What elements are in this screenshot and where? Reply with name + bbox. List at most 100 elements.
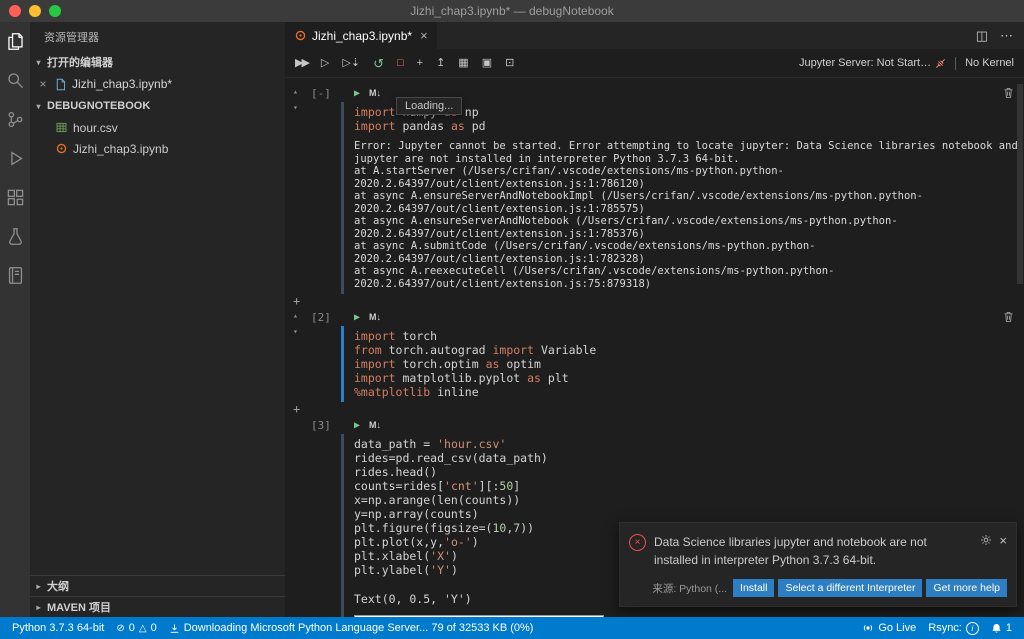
explorer-activity-icon[interactable] bbox=[4, 30, 26, 52]
close-tab-icon[interactable]: × bbox=[420, 28, 428, 43]
interrupt-kernel-icon[interactable]: □ bbox=[397, 58, 404, 69]
ipynb-file-icon bbox=[55, 142, 68, 155]
file-label: hour.csv bbox=[73, 121, 118, 135]
search-activity-icon[interactable] bbox=[4, 69, 26, 91]
run-all-cells-icon[interactable]: ▶▶ bbox=[295, 58, 308, 69]
notification-message: Data Science libraries jupyter and noteb… bbox=[654, 533, 972, 570]
markdown-toggle-icon[interactable]: M↓ bbox=[369, 88, 381, 98]
python-interpreter-status[interactable]: Python 3.7.3 64-bit bbox=[6, 617, 110, 639]
chevron-down-icon: ▾ bbox=[33, 102, 44, 111]
open-editors-section-header[interactable]: ▾ 打开的编辑器 bbox=[30, 51, 285, 73]
disconnected-icon bbox=[935, 58, 946, 69]
run-cell-icon[interactable]: ▶ bbox=[354, 420, 360, 431]
cell-gutter: [3] bbox=[289, 416, 341, 617]
close-notification-icon[interactable]: × bbox=[999, 533, 1007, 548]
add-cell-row: + bbox=[289, 402, 1018, 416]
title-bar: Jizhi_chap3.ipynb* — debugNotebook bbox=[0, 0, 1024, 22]
cell-code-editor[interactable]: import numpy as npimport pandas as pdLoa… bbox=[354, 105, 1018, 133]
error-line: 2020.2.64397/out/client/extension.js:1:7… bbox=[354, 178, 1018, 191]
error-line: 2020.2.64397/out/client/extension.js:75:… bbox=[354, 278, 1018, 291]
folder-label: DEBUGNOTEBOOK bbox=[47, 100, 150, 112]
cell-gutter: ▴▾[2] bbox=[289, 308, 341, 402]
code-line: from torch.autograd import Variable bbox=[354, 343, 1018, 357]
tab-jizhi-chap3[interactable]: Jizhi_chap3.ipynb* × bbox=[285, 22, 437, 49]
extensions-activity-icon[interactable] bbox=[4, 186, 26, 208]
gear-icon[interactable] bbox=[980, 534, 992, 546]
editor-scrollbar[interactable] bbox=[1017, 84, 1023, 284]
markdown-toggle-icon[interactable]: M↓ bbox=[369, 312, 381, 322]
jupyter-server-status[interactable]: Jupyter Server: Not Start… bbox=[799, 57, 946, 69]
notifications-bell[interactable]: 1 bbox=[985, 617, 1018, 639]
error-line: at async A.reexecuteCell (/Users/crifan/… bbox=[354, 265, 1018, 278]
notification-actions: × bbox=[980, 533, 1007, 548]
source-control-activity-icon[interactable] bbox=[4, 108, 26, 130]
collapse-cell-icon[interactable]: ▴ bbox=[293, 312, 298, 320]
kernel-status[interactable]: No Kernel bbox=[965, 57, 1014, 69]
add-cell-icon[interactable]: + bbox=[293, 403, 300, 415]
collapse-all-icon[interactable]: ↥ bbox=[436, 58, 445, 69]
add-cell-icon[interactable]: + bbox=[293, 295, 300, 307]
loading-tooltip: Loading... bbox=[396, 97, 462, 115]
notification-toast: × Data Science libraries jupyter and not… bbox=[619, 522, 1017, 607]
tab-label: Jizhi_chap3.ipynb* bbox=[312, 29, 412, 43]
go-live-status[interactable]: Go Live bbox=[856, 617, 922, 639]
error-line: at async A.ensureServerAndNotebookImpl (… bbox=[354, 190, 1018, 203]
error-line: 2020.2.64397/out/client/extension.js:1:7… bbox=[354, 253, 1018, 266]
folder-section-header[interactable]: ▾ DEBUGNOTEBOOK bbox=[30, 95, 285, 117]
problems-status[interactable]: ⊘ 0 △ 0 bbox=[110, 617, 162, 639]
variable-explorer-icon[interactable]: ▦ bbox=[458, 58, 468, 69]
file-item[interactable]: hour.csv bbox=[30, 117, 285, 138]
save-notebook-icon[interactable]: ▣ bbox=[482, 58, 492, 69]
cell-execution-count: [3] bbox=[311, 419, 331, 432]
csv-file-icon bbox=[55, 121, 68, 134]
code-line: %matplotlib inline bbox=[354, 385, 1018, 399]
rsync-status[interactable]: Rsync: i bbox=[922, 617, 985, 639]
download-icon bbox=[169, 623, 180, 634]
notebook-toolbar-icons: ▶▶ ▷ ▷⇣ ↺ □ + ↥ ▦ ▣ ⊡ bbox=[295, 57, 514, 70]
run-cell-icon[interactable]: ▶ bbox=[354, 312, 360, 323]
file-item[interactable]: Jizhi_chap3.ipynb bbox=[30, 138, 285, 159]
file-icon bbox=[54, 78, 67, 91]
sidebar-section[interactable]: ▸MAVEN 项目 bbox=[30, 596, 285, 617]
close-window-button[interactable] bbox=[9, 5, 21, 17]
delete-cell-icon[interactable] bbox=[1003, 311, 1018, 323]
warnings-icon: △ bbox=[139, 623, 147, 634]
code-line: import matplotlib.pyplot as plt bbox=[354, 371, 1018, 385]
notebook-cell: ▴▾[-]▶M↓import numpy as npimport pandas … bbox=[289, 84, 1018, 294]
cell-code-editor[interactable]: import torchfrom torch.autograd import V… bbox=[354, 329, 1018, 399]
notebook-activity-icon[interactable] bbox=[4, 264, 26, 286]
add-cell-icon[interactable]: + bbox=[417, 58, 423, 69]
minimize-window-button[interactable] bbox=[29, 5, 41, 17]
status-bar-right: Go Live Rsync: i 1 bbox=[856, 617, 1018, 639]
delete-cell-icon[interactable] bbox=[1003, 87, 1018, 99]
error-icon: × bbox=[629, 534, 646, 551]
code-line: rides.head() bbox=[354, 465, 1018, 479]
more-actions-icon[interactable]: ⋯ bbox=[1000, 28, 1013, 44]
select-a-different-interpreter-button[interactable]: Select a different Interpreter bbox=[778, 579, 922, 597]
collapse-cell-icon[interactable]: ▴ bbox=[293, 88, 298, 96]
run-debug-activity-icon[interactable] bbox=[4, 147, 26, 169]
notebook-status: Jupyter Server: Not Start… No Kernel bbox=[799, 57, 1014, 70]
testing-activity-icon[interactable] bbox=[4, 225, 26, 247]
expand-cell-icon[interactable]: ▾ bbox=[293, 328, 298, 336]
sidebar-section[interactable]: ▸大纲 bbox=[30, 575, 285, 596]
split-editor-icon[interactable]: ◫ bbox=[976, 28, 988, 44]
close-file-icon[interactable]: × bbox=[37, 77, 49, 91]
run-cell-icon[interactable]: ▶ bbox=[354, 88, 360, 99]
open-editor-item[interactable]: ×Jizhi_chap3.ipynb* bbox=[30, 73, 285, 95]
get-more-help-button[interactable]: Get more help bbox=[926, 579, 1007, 597]
install-button[interactable]: Install bbox=[733, 579, 774, 597]
error-line: at async A.ensureServerAndNotebook (/Use… bbox=[354, 215, 1018, 228]
notebook-toolbar: ▶▶ ▷ ▷⇣ ↺ □ + ↥ ▦ ▣ ⊡ Jupyter Server: Not Start… … bbox=[285, 49, 1024, 78]
cell-error-output: Error: Jupyter cannot be started. Error … bbox=[354, 140, 1018, 290]
expand-cell-icon[interactable]: ▾ bbox=[293, 104, 298, 112]
maximize-window-button[interactable] bbox=[49, 5, 61, 17]
export-notebook-icon[interactable]: ⊡ bbox=[505, 58, 514, 69]
run-cell-icon[interactable]: ▷ bbox=[321, 58, 329, 69]
run-cells-below-icon[interactable]: ▷⇣ bbox=[342, 58, 360, 69]
notification-source: 来源: Python (... bbox=[652, 581, 727, 596]
restart-kernel-icon[interactable]: ↺ bbox=[373, 57, 384, 70]
chevron-right-icon: ▸ bbox=[33, 603, 44, 612]
markdown-toggle-icon[interactable]: M↓ bbox=[369, 420, 381, 430]
section-label: MAVEN 项目 bbox=[47, 599, 111, 615]
